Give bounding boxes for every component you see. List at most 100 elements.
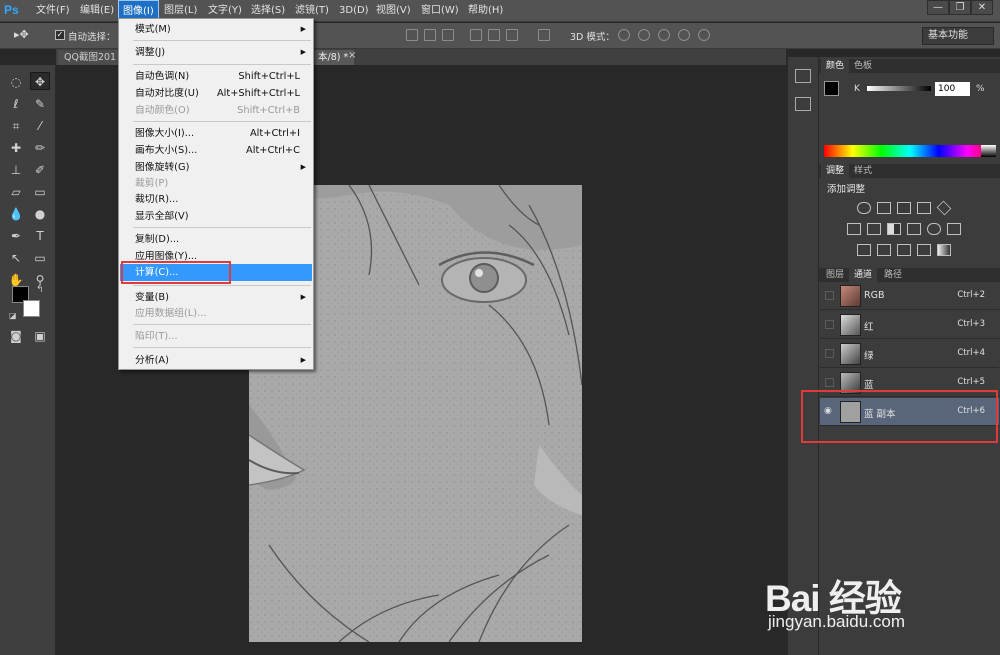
photoshop-logo: Ps (4, 3, 19, 17)
crop-tool-icon[interactable]: ⌗ (6, 117, 26, 135)
menu-item-auto-tone[interactable]: 自动色调(N) Shift+Ctrl+L (120, 68, 312, 85)
adjust-panel-tabs: 调整 样式 (819, 164, 1000, 178)
visibility-toggle[interactable] (825, 349, 834, 358)
type-tool-icon[interactable]: T (30, 227, 50, 245)
color-panel-foreground-swatch[interactable] (824, 81, 839, 96)
gradient-tool-icon[interactable]: ▭ (30, 183, 50, 201)
menu-3d[interactable]: 3D(D) (335, 0, 373, 22)
background-color-swatch[interactable] (23, 300, 40, 317)
tab-channels[interactable]: 通道 (849, 268, 878, 282)
quick-mask-icon[interactable]: ◙ (6, 327, 26, 345)
dodge-tool-icon[interactable]: ● (30, 205, 50, 223)
brightness-icon[interactable] (857, 202, 871, 214)
eyedropper-tool-icon[interactable]: ⁄ (30, 117, 50, 135)
align-vcenter-icon[interactable] (424, 29, 436, 41)
curves-icon[interactable] (897, 202, 911, 214)
swap-colors-icon[interactable]: ↰ (36, 285, 44, 295)
3d-slide-icon[interactable] (678, 29, 690, 41)
document-tab[interactable]: QQ截图201 (58, 50, 120, 65)
menu-view[interactable]: 视图(V) (372, 0, 415, 22)
menu-item-mode[interactable]: 模式(M) ▶ (120, 21, 312, 38)
levels-icon[interactable] (877, 202, 891, 214)
eraser-tool-icon[interactable]: ▱ (6, 183, 26, 201)
posterize-icon[interactable] (877, 244, 891, 256)
move-tool-icon[interactable]: ✥ (30, 72, 50, 90)
menu-item-canvas-size[interactable]: 画布大小(S)... Alt+Ctrl+C (120, 142, 312, 159)
restore-button[interactable]: ❐ (949, 0, 971, 15)
menu-item-adjustments[interactable]: 调整(J) ▶ (120, 44, 312, 61)
menu-item-analysis[interactable]: 分析(A) ▶ (120, 352, 312, 369)
color-spectrum-ramp[interactable] (824, 145, 996, 157)
clone-stamp-tool-icon[interactable]: ⊥ (6, 161, 26, 179)
auto-align-icon[interactable] (538, 29, 550, 41)
menu-item-image-size[interactable]: 图像大小(I)... Alt+Ctrl+I (120, 125, 312, 142)
k-slider-track[interactable] (867, 86, 931, 91)
3d-orbit-icon[interactable] (618, 29, 630, 41)
k-value-input[interactable]: 100 (935, 82, 970, 96)
align-left-icon[interactable] (470, 29, 482, 41)
align-top-icon[interactable] (406, 29, 418, 41)
healing-brush-tool-icon[interactable]: ✚ (6, 139, 26, 157)
pen-tool-icon[interactable]: ✒ (6, 227, 26, 245)
properties-panel-icon[interactable] (795, 97, 811, 111)
menu-item-auto-contrast[interactable]: 自动对比度(U) Alt+Shift+Ctrl+L (120, 85, 312, 102)
menu-item-variables[interactable]: 变量(B) ▶ (120, 289, 312, 306)
lasso-tool-icon[interactable]: ℓ (6, 95, 26, 113)
marquee-tool-icon[interactable]: ◌ (6, 73, 26, 91)
3d-pan-icon[interactable] (658, 29, 670, 41)
menu-window[interactable]: 窗口(W) (417, 0, 463, 22)
tab-color[interactable]: 颜色 (821, 59, 850, 73)
history-brush-tool-icon[interactable]: ✐ (30, 161, 50, 179)
screen-mode-icon[interactable]: ▣ (30, 327, 50, 345)
tab-swatches[interactable]: 色板 (849, 59, 877, 73)
quick-select-tool-icon[interactable]: ✎ (30, 95, 50, 113)
selective-color-icon[interactable] (917, 244, 931, 256)
move-tool-icon[interactable]: ▸✥ (14, 28, 29, 41)
minimize-button[interactable]: — (927, 0, 949, 15)
color-lookup-icon[interactable] (947, 223, 961, 235)
workspace-select[interactable]: 基本功能 (922, 27, 994, 45)
menu-item-reveal-all[interactable]: 显示全部(V) (120, 208, 312, 225)
visibility-toggle[interactable] (825, 378, 834, 387)
path-select-tool-icon[interactable]: ↖ (6, 249, 26, 267)
photo-filter-icon[interactable] (907, 223, 921, 235)
visibility-toggle[interactable] (825, 291, 834, 300)
invert-icon[interactable] (857, 244, 871, 256)
exposure-icon[interactable] (917, 202, 931, 214)
menu-edit[interactable]: 编辑(E) (76, 0, 118, 22)
menu-help[interactable]: 帮助(H) (464, 0, 507, 22)
rectangle-tool-icon[interactable]: ▭ (30, 249, 50, 267)
color-balance-icon[interactable] (867, 223, 881, 235)
channel-mixer-icon[interactable] (927, 223, 941, 235)
vibrance-icon[interactable] (936, 200, 952, 216)
tab-adjustments[interactable]: 调整 (821, 164, 850, 178)
align-hcenter-icon[interactable] (488, 29, 500, 41)
black-white-icon[interactable] (887, 223, 901, 235)
menu-item-image-rotation[interactable]: 图像旋转(G) ▶ (120, 159, 312, 176)
menu-item-duplicate[interactable]: 复制(D)... (120, 231, 312, 248)
auto-select-checkbox[interactable]: ✓ (55, 30, 65, 40)
3d-roll-icon[interactable] (638, 29, 650, 41)
align-right-icon[interactable] (506, 29, 518, 41)
blur-tool-icon[interactable]: 💧 (6, 205, 26, 223)
default-colors-icon[interactable]: ◪ (9, 311, 17, 320)
visibility-toggle[interactable] (825, 320, 834, 329)
3d-scale-icon[interactable] (698, 29, 710, 41)
threshold-icon[interactable] (897, 244, 911, 256)
history-panel-icon[interactable] (795, 69, 811, 83)
close-tab-icon[interactable]: × (348, 50, 356, 61)
brush-tool-icon[interactable]: ✏ (30, 139, 50, 157)
tab-layers[interactable]: 图层 (821, 268, 849, 282)
close-button[interactable]: ✕ (971, 0, 993, 15)
gradient-map-icon[interactable] (937, 244, 951, 256)
menu-file[interactable]: 文件(F) (32, 0, 74, 22)
align-bottom-icon[interactable] (442, 29, 454, 41)
channel-row-green[interactable]: 绿 Ctrl+4 (820, 340, 999, 368)
tab-paths[interactable]: 路径 (879, 268, 907, 282)
channel-row-rgb[interactable]: RGB Ctrl+2 (820, 282, 999, 310)
grayscale-ramp[interactable] (981, 145, 996, 157)
menu-item-trim[interactable]: 裁切(R)... (120, 191, 312, 208)
tab-styles[interactable]: 样式 (849, 164, 877, 178)
channel-row-red[interactable]: 红 Ctrl+3 (820, 311, 999, 339)
hue-saturation-icon[interactable] (847, 223, 861, 235)
